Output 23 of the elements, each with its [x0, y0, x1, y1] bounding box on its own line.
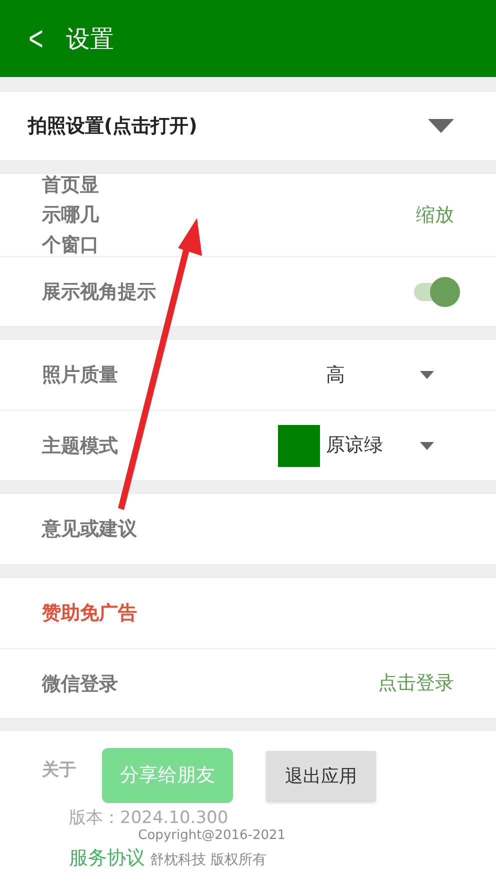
- setting-label: 展示视角提示: [42, 280, 156, 304]
- dropdown-caret-icon: [420, 371, 434, 379]
- terms-link[interactable]: 服务协议: [69, 844, 145, 872]
- row-value[interactable]: 点击登录: [378, 669, 454, 698]
- exit-app-button[interactable]: 退出应用: [266, 751, 376, 802]
- setting-label: 微信登录: [42, 672, 118, 696]
- row-value[interactable]: 缩放: [416, 200, 454, 230]
- back-button[interactable]: <: [28, 22, 44, 56]
- setting-label: 意见或建议: [42, 517, 137, 542]
- rights-text: 舒枕科技 版权所有: [150, 850, 267, 870]
- setting-label: 首页显示哪几个窗口: [42, 173, 100, 258]
- page-title: 设置: [66, 24, 114, 54]
- setting-label: 照片质量: [42, 363, 118, 388]
- setting-label: 主题模式: [42, 434, 118, 458]
- copyright-text: Copyright@2016-2021: [138, 827, 286, 845]
- dropdown-caret-icon: [420, 442, 434, 450]
- setting-label: 赞助免广告: [42, 601, 137, 626]
- about-label: 关于: [42, 759, 76, 782]
- camera-settings-header[interactable]: 拍照设置(点击打开): [0, 92, 496, 160]
- dropdown-select[interactable]: 高: [326, 360, 454, 390]
- version-text: 版本：2024.10.300: [69, 807, 228, 829]
- expand-caret-icon: [428, 119, 454, 133]
- dropdown-select[interactable]: 原谅绿: [278, 424, 454, 466]
